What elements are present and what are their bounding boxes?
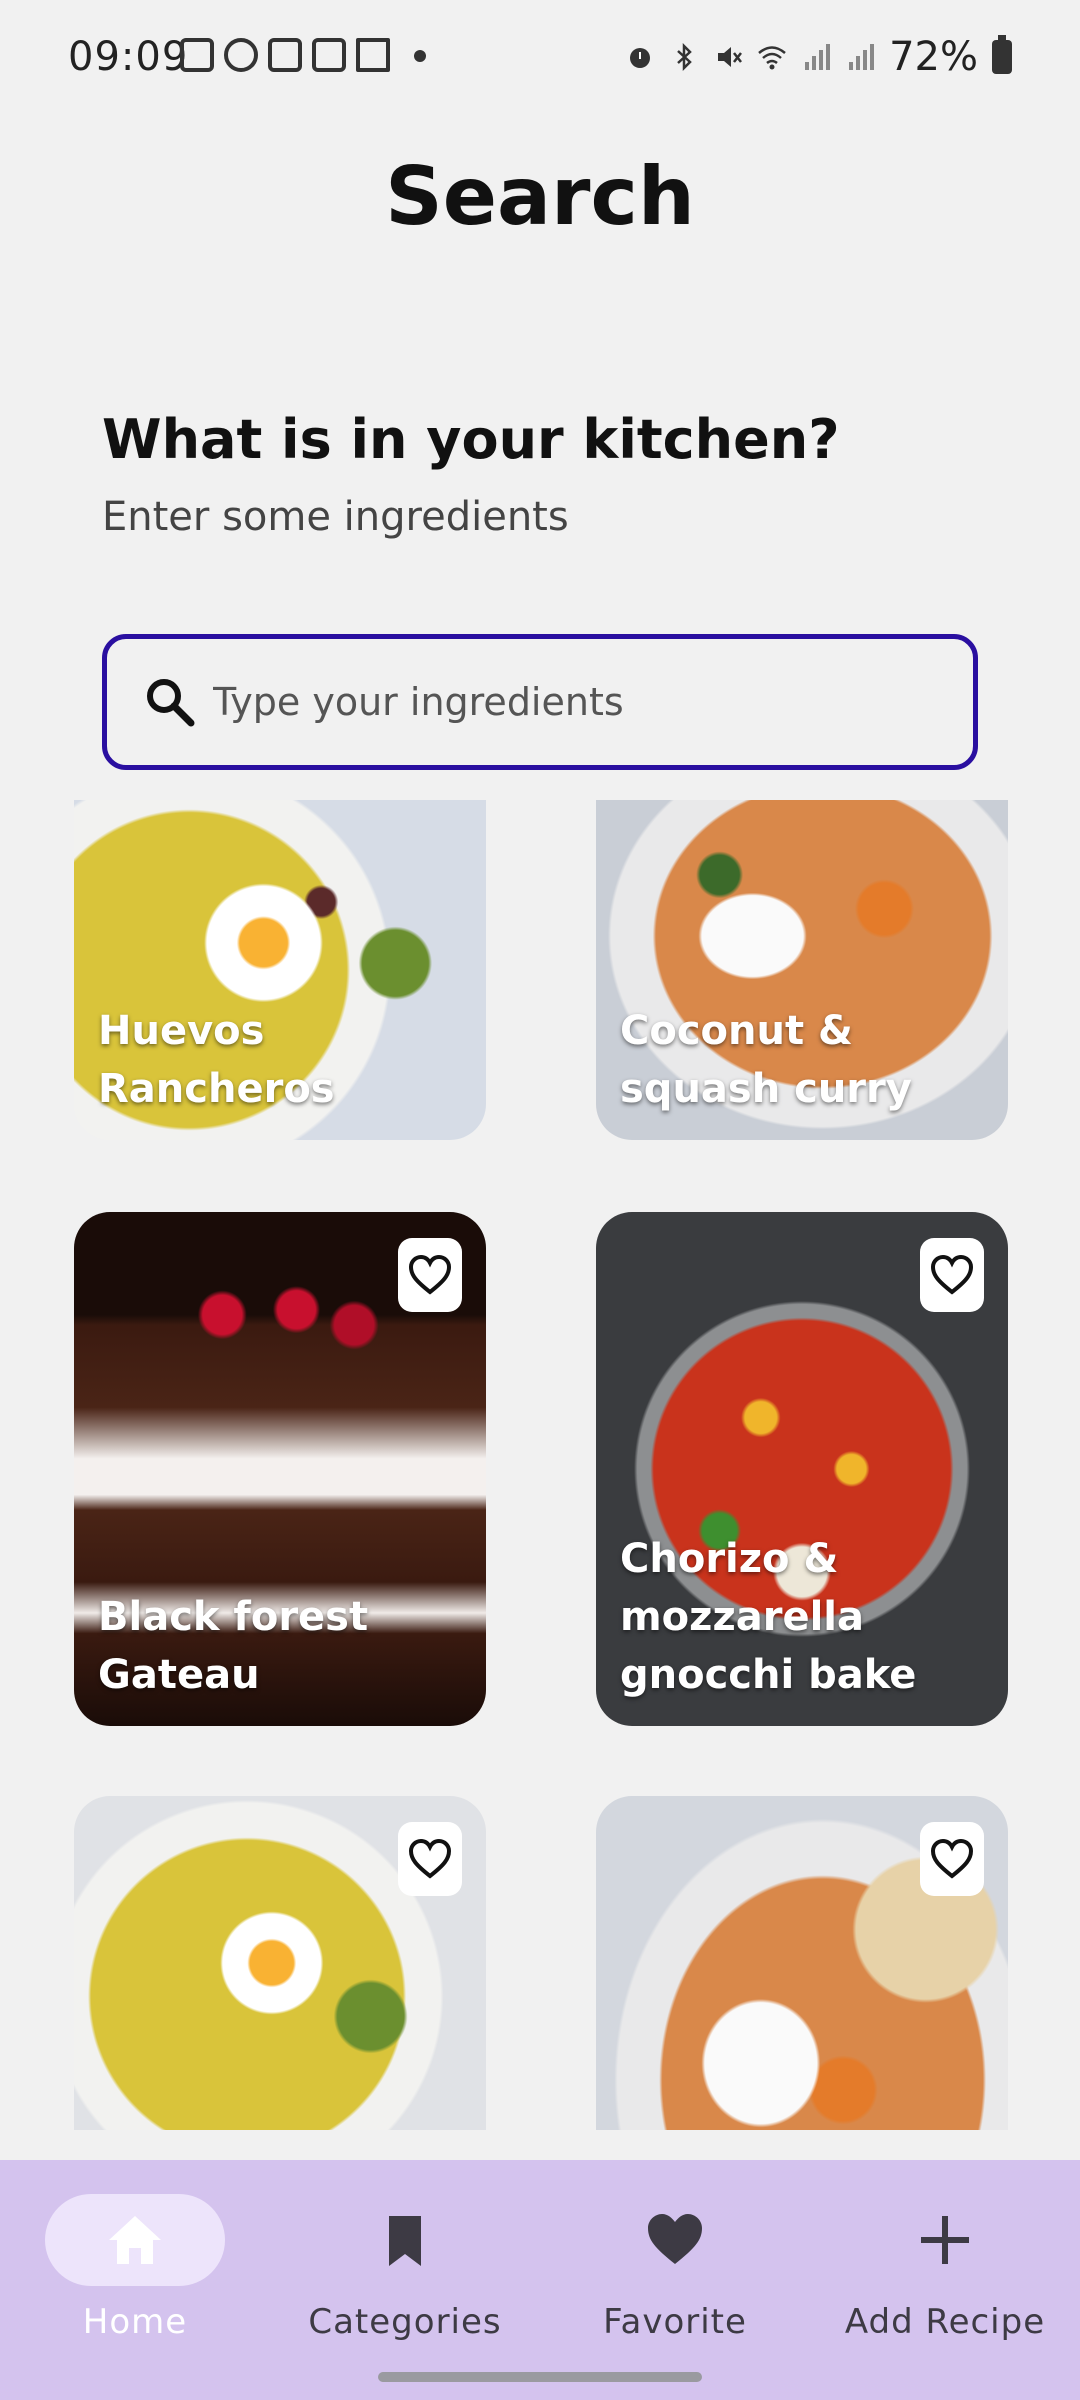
nav-favorite-pill[interactable] [585, 2194, 765, 2286]
status-time: 09:09 [68, 34, 189, 80]
nav-add-recipe[interactable]: Add Recipe [810, 2194, 1080, 2342]
favorite-button[interactable] [920, 1822, 984, 1896]
plus-icon [921, 2216, 969, 2264]
home-icon [109, 2216, 161, 2264]
battery-percent: 72% [889, 34, 978, 80]
nav-add-recipe-pill[interactable] [855, 2194, 1035, 2286]
snapchat-icon [180, 38, 214, 72]
recipe-title: Huevos Rancheros [98, 1008, 335, 1112]
recipe-title: Chorizo & mozzarella gnocchi bake [620, 1536, 917, 1698]
heart-outline-icon [408, 1839, 452, 1879]
favorite-button[interactable] [398, 1238, 462, 1312]
signal-icon [849, 44, 875, 70]
recipe-card[interactable]: Coconut & squash curry [596, 800, 1008, 1140]
notification-icons [180, 38, 426, 72]
alarm-icon [630, 48, 651, 68]
signal-icon [805, 44, 831, 70]
nav-home[interactable]: Home [0, 2194, 270, 2342]
nav-categories[interactable]: Categories [270, 2194, 540, 2342]
heart-outline-icon [408, 1255, 452, 1295]
recipe-card[interactable]: Black forest Gateau [74, 1212, 486, 1726]
recipe-card[interactable] [74, 1796, 486, 2130]
dot-icon [414, 50, 426, 62]
recipe-card[interactable]: Huevos Rancheros [74, 800, 486, 1140]
recipe-title: Coconut & squash curry [620, 1008, 912, 1112]
battery-icon [992, 35, 1012, 74]
recipe-card[interactable]: Chorizo & mozzarella gnocchi bake [596, 1212, 1008, 1726]
wifi-icon [758, 46, 786, 70]
nav-add-recipe-label: Add Recipe [844, 2302, 1046, 2342]
heart-outline-icon [930, 1255, 974, 1295]
recipe-grid[interactable]: Huevos Rancheros Coconut & squash curry … [0, 800, 1080, 2130]
home-indicator[interactable] [378, 2372, 702, 2382]
recipe-card[interactable] [596, 1796, 1008, 2130]
nav-favorite[interactable]: Favorite [540, 2194, 810, 2342]
nav-categories-pill[interactable] [315, 2194, 495, 2286]
nav-home-pill[interactable] [45, 2194, 225, 2286]
cart-icon [268, 38, 302, 72]
jiji-icon [356, 38, 390, 72]
favorite-button[interactable] [398, 1822, 462, 1896]
heart-outline-icon [930, 1839, 974, 1879]
bluetooth-icon [677, 42, 692, 72]
nav-categories-label: Categories [308, 2302, 502, 2342]
nav-home-label: Home [82, 2302, 188, 2342]
search-field[interactable] [102, 634, 978, 770]
heart-icon [648, 2214, 702, 2264]
whatsapp-icon [224, 38, 258, 72]
system-status-icons: 72% [625, 34, 1012, 80]
recipe-title: Black forest Gateau [98, 1594, 369, 1698]
bookmark-icon [389, 2216, 421, 2266]
bottom-navigation: Home Categories Favorite Add Recipe [0, 2160, 1080, 2400]
instagram-icon [312, 38, 346, 72]
page-title: Search [385, 150, 695, 243]
mute-icon [718, 47, 743, 67]
status-bar: 09:09 72% [0, 0, 1080, 120]
search-input[interactable] [213, 680, 913, 724]
section-heading: What is in your kitchen? [102, 408, 840, 471]
section-subtitle: Enter some ingredients [102, 494, 569, 540]
favorite-button[interactable] [920, 1238, 984, 1312]
search-icon [147, 679, 195, 727]
nav-favorite-label: Favorite [603, 2302, 747, 2342]
